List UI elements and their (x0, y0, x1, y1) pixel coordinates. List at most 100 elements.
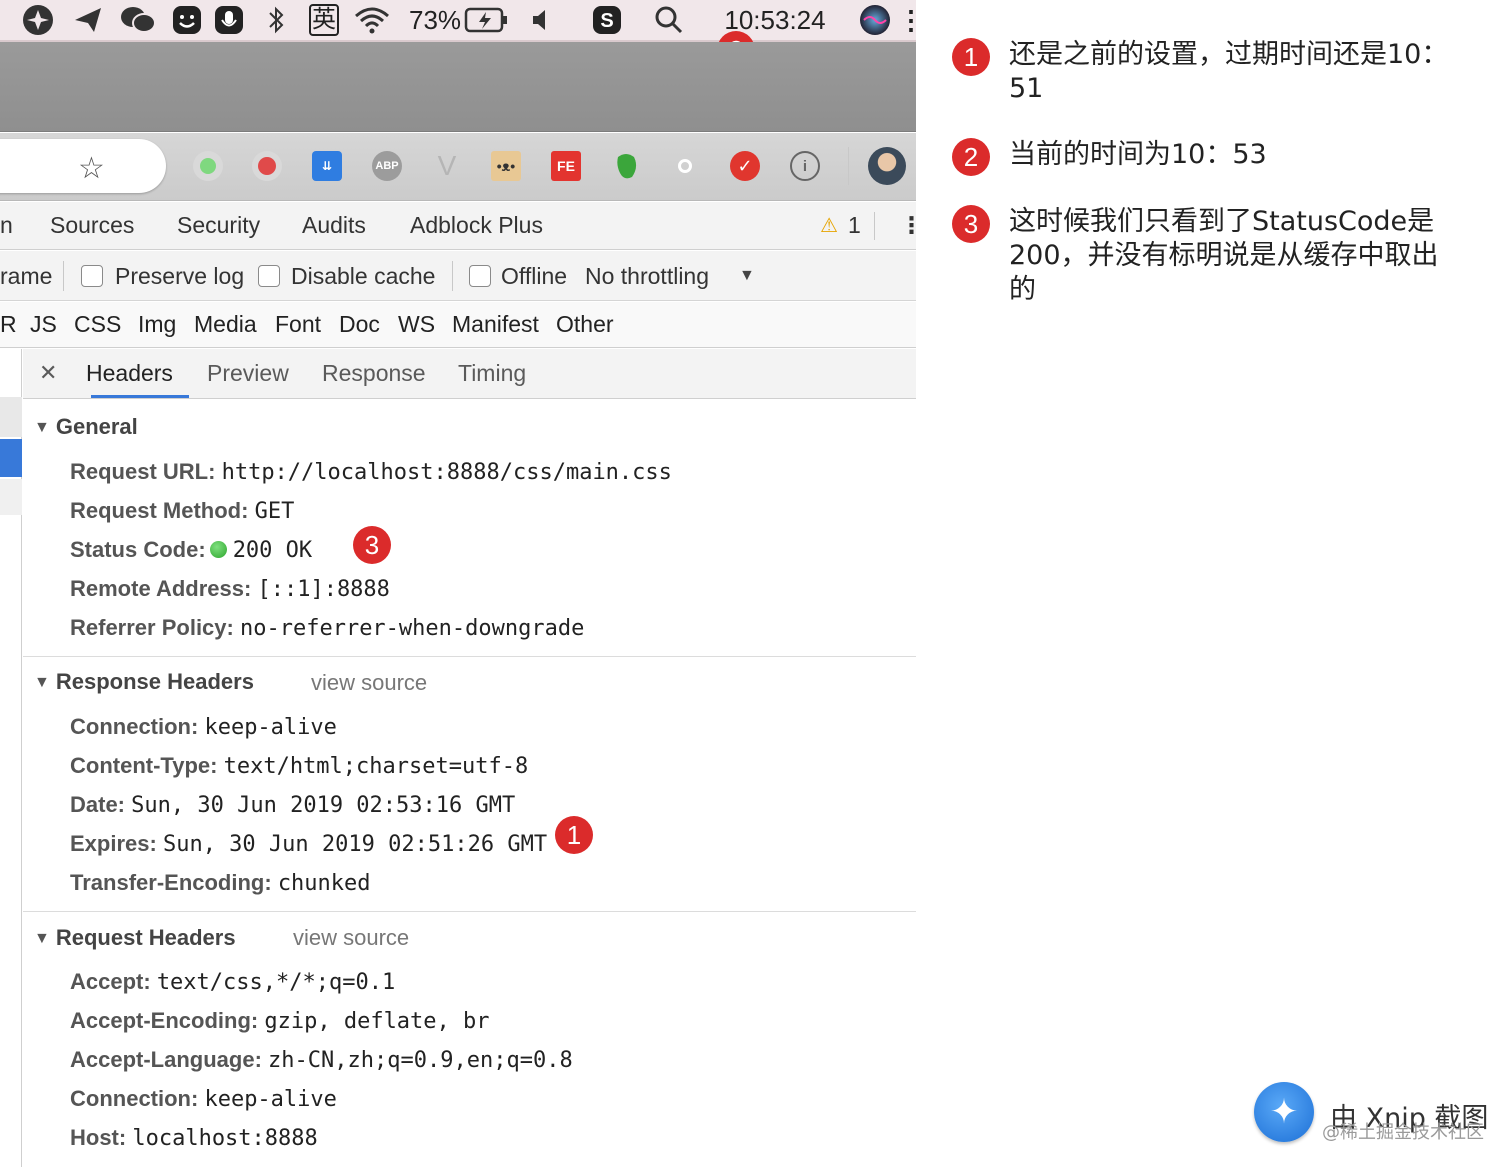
filter-doc[interactable]: Doc (339, 311, 380, 338)
warning-icon[interactable]: ⚠ (820, 213, 838, 238)
tab-adblock-plus[interactable]: Adblock Plus (410, 212, 543, 239)
volume-icon[interactable] (528, 4, 554, 36)
tab-network-partial[interactable]: n (0, 212, 13, 239)
section-divider (23, 656, 916, 657)
throttling-select[interactable]: No throttling (585, 263, 709, 290)
request-headers-title: Request Headers (55, 925, 236, 950)
filter-css[interactable]: CSS (74, 311, 121, 338)
header-key: Accept: (70, 969, 151, 994)
tab-response[interactable]: Response (322, 360, 426, 387)
header-key: Request URL: (70, 459, 216, 484)
address-bar[interactable]: ☆ (0, 139, 166, 193)
general-section-header[interactable]: ▼ General (34, 414, 138, 440)
filter-ws[interactable]: WS (398, 311, 435, 338)
general-row: Remote Address: [::1]:8888 (70, 576, 390, 602)
header-value: no-referrer-when-downgrade (239, 616, 585, 641)
todoist-icon[interactable]: ✓ (730, 151, 760, 181)
wechat-icon[interactable] (118, 4, 158, 36)
view-source-link[interactable]: view source (293, 925, 409, 951)
tab-audits[interactable]: Audits (302, 212, 366, 239)
vue-icon[interactable]: V (432, 150, 462, 181)
general-row: Status Code: 200 OK (70, 537, 312, 563)
tabs-divider (874, 212, 875, 240)
offline-checkbox[interactable] (469, 265, 491, 287)
header-key: Referrer Policy: (70, 615, 234, 640)
network-toolbar: rame Preserve log Disable cache Offline … (0, 251, 916, 301)
s-app-icon[interactable]: S (590, 4, 624, 36)
app-icon[interactable] (20, 4, 56, 36)
view-source-link[interactable]: view source (311, 670, 427, 696)
filter-other[interactable]: Other (556, 311, 614, 338)
cat-icon[interactable]: •ᴥ• (491, 151, 521, 181)
smile-icon[interactable] (170, 4, 204, 36)
header-value: Sun, 30 Jun 2019 02:53:16 GMT (131, 793, 516, 818)
selected-request-row[interactable] (0, 439, 22, 477)
send-icon[interactable] (70, 4, 106, 36)
response-headers-header[interactable]: ▼ Response Headers (34, 669, 254, 695)
throttling-dropdown-icon[interactable]: ▼ (739, 267, 755, 285)
note-number-badge: 2 (952, 138, 990, 176)
close-icon[interactable]: ✕ (39, 360, 57, 386)
red-dot-icon[interactable] (252, 151, 282, 181)
disable-cache-label: Disable cache (291, 263, 436, 289)
siri-icon[interactable] (858, 4, 892, 36)
profile-avatar[interactable] (868, 147, 906, 185)
browser-titlebar (0, 42, 916, 132)
request-detail-tabs: ✕ Headers Preview Response Timing (23, 349, 916, 399)
disable-cache-checkbox[interactable] (258, 265, 280, 287)
header-value: keep-alive (204, 715, 337, 740)
adblock-plus-icon[interactable]: ABP (372, 151, 402, 181)
mac-menubar: 英 73% S 10:53:24 ⋮ (0, 0, 916, 42)
preserve-log-checkbox[interactable] (81, 265, 103, 287)
header-key: Request Method: (70, 498, 249, 523)
toolbar-divider (848, 147, 849, 185)
note-text: 这时候我们只看到了StatusCode是200，并没有标明说是从缓存中取出的 (1009, 206, 1439, 305)
request-row[interactable] (0, 397, 22, 437)
header-key: Status Code: (70, 537, 206, 562)
input-method-icon[interactable]: 英 (306, 4, 342, 36)
tab-security[interactable]: Security (177, 212, 260, 239)
bluetooth-icon[interactable] (262, 4, 290, 36)
tab-preview[interactable]: Preview (207, 360, 289, 387)
note-text: 还是之前的设置，过期时间还是10：51 (1009, 39, 1449, 104)
note-number-badge: 1 (952, 38, 990, 76)
fe-icon[interactable]: FE (551, 151, 581, 181)
search-icon[interactable] (652, 4, 686, 36)
green-dot-icon[interactable] (193, 151, 223, 181)
devtools-menu-icon[interactable]: ⋮ (900, 212, 916, 239)
evernote-icon[interactable] (611, 151, 641, 181)
header-value: text/css,*/*;q=0.1 (156, 970, 396, 995)
tab-headers[interactable]: Headers (86, 360, 173, 387)
filter-xhr[interactable]: R (0, 311, 17, 338)
request-row[interactable] (0, 479, 22, 515)
header-key: Host: (70, 1125, 127, 1150)
tab-sources[interactable]: Sources (50, 212, 134, 239)
request-header-row: Accept: text/css,*/*;q=0.1 (70, 969, 395, 995)
battery-icon[interactable] (464, 4, 510, 36)
collapse-triangle-icon: ▼ (34, 419, 50, 436)
wifi-icon[interactable] (352, 4, 392, 36)
filter-img[interactable]: Img (138, 311, 176, 338)
menubar-more-icon[interactable]: ⋮ (898, 4, 916, 36)
battery-percent: 73% (408, 4, 462, 35)
filter-media[interactable]: Media (194, 311, 257, 338)
header-value: text/html;charset=utf-8 (223, 754, 529, 779)
info-icon[interactable]: i (790, 151, 820, 181)
general-row: Referrer Policy: no-referrer-when-downgr… (70, 615, 584, 641)
mic-icon[interactable] (212, 4, 246, 36)
request-header-row: Accept-Language: zh-CN,zh;q=0.9,en;q=0.8 (70, 1047, 573, 1073)
filter-js[interactable]: JS (30, 311, 57, 338)
header-key: Accept-Encoding: (70, 1008, 259, 1033)
request-headers-header[interactable]: ▼ Request Headers (34, 925, 236, 951)
header-key: Accept-Language: (70, 1047, 262, 1072)
bookmark-star-icon[interactable]: ☆ (78, 151, 105, 186)
watermark: @稀土掘金技术社区 (1322, 1122, 1484, 1143)
annotation-note-3: 3 这时候我们只看到了StatusCode是200，并没有标明说是从缓存中取出的 (952, 205, 1462, 307)
filter-font[interactable]: Font (275, 311, 321, 338)
circle-icon[interactable] (670, 151, 700, 181)
input-method-label: 英 (309, 4, 339, 36)
filter-manifest[interactable]: Manifest (452, 311, 539, 338)
tab-timing[interactable]: Timing (458, 360, 526, 387)
header-value: localhost:8888 (132, 1126, 318, 1151)
download-icon[interactable]: ⇊ (312, 151, 342, 181)
